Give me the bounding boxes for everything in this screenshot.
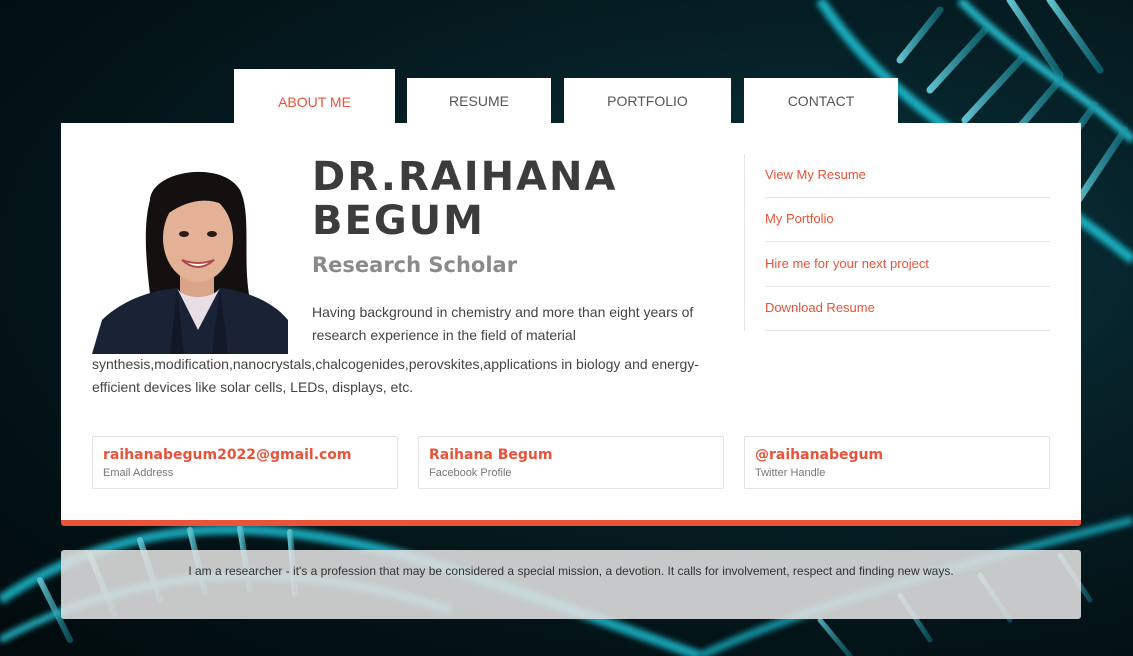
profile-photo <box>92 160 288 354</box>
about-me-card: DR.RAIHANA BEGUM Research Scholar Having… <box>61 123 1081 520</box>
twitter-info-box: @raihanabegum Twitter Handle <box>744 436 1050 489</box>
download-resume-link[interactable]: Download Resume <box>765 287 1050 331</box>
tab-portfolio[interactable]: PORTFOLIO <box>564 78 731 123</box>
profile-name-line2: BEGUM <box>312 198 485 244</box>
tab-resume-label: RESUME <box>449 93 509 109</box>
view-resume-link[interactable]: View My Resume <box>765 154 1050 198</box>
quote-text: I am a researcher - it's a profession th… <box>188 564 954 578</box>
hire-me-link[interactable]: Hire me for your next project <box>765 243 1050 287</box>
facebook-info-box: Raihana Begum Facebook Profile <box>418 436 724 489</box>
email-info-box: raihanabegum2022@gmail.com Email Address <box>92 436 398 489</box>
portfolio-link[interactable]: My Portfolio <box>765 198 1050 242</box>
facebook-profile-link[interactable]: Raihana Begum <box>429 447 552 463</box>
tab-contact[interactable]: CONTACT <box>744 78 898 123</box>
email-address-link[interactable]: raihanabegum2022@gmail.com <box>103 447 352 463</box>
card-accent-bar <box>61 520 1081 526</box>
tab-about-me-label: ABOUT ME <box>278 94 351 110</box>
facebook-profile-label: Facebook Profile <box>429 467 512 479</box>
tab-resume[interactable]: RESUME <box>407 78 551 123</box>
twitter-handle-link[interactable]: @raihanabegum <box>755 447 883 463</box>
tab-contact-label: CONTACT <box>787 93 855 109</box>
profile-title: Research Scholar <box>312 253 518 277</box>
profile-name: DR.RAIHANA BEGUM <box>312 155 617 243</box>
profile-name-line1: DR.RAIHANA <box>312 154 618 200</box>
profile-bio-part2: synthesis,modification,nanocrystals,chal… <box>92 356 700 395</box>
tab-portfolio-label: PORTFOLIO <box>607 93 688 109</box>
profile-bio-part1: Having background in chemistry and more … <box>312 304 694 343</box>
tab-about-me[interactable]: ABOUT ME <box>234 69 395 125</box>
quote-box: I am a researcher - it's a profession th… <box>61 550 1081 619</box>
email-address-label: Email Address <box>103 467 174 479</box>
quick-links-list: View My Resume My Portfolio Hire me for … <box>744 154 1050 331</box>
twitter-handle-label: Twitter Handle <box>755 467 826 479</box>
